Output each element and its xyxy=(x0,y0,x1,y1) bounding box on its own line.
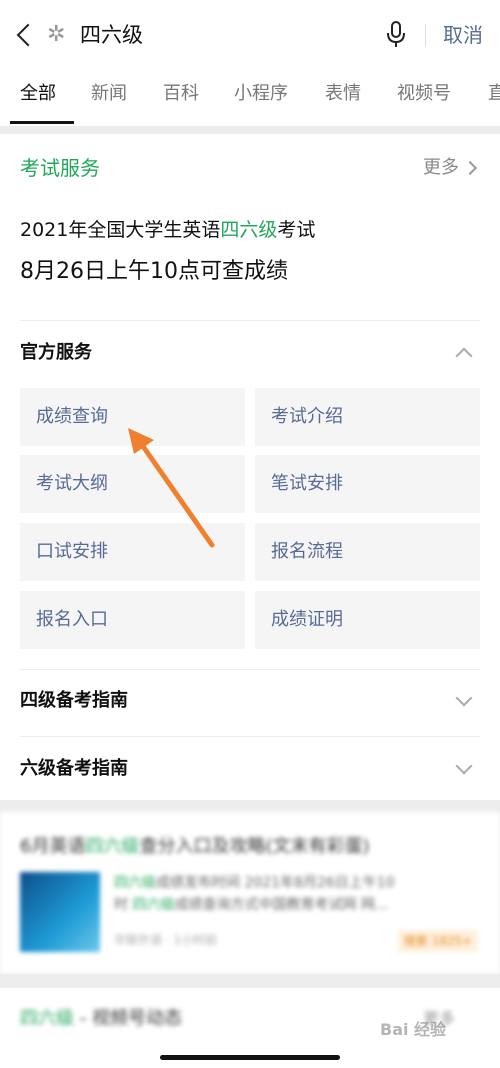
section-gap xyxy=(0,800,500,812)
divider xyxy=(20,736,480,737)
header-divider xyxy=(425,24,426,46)
microphone-icon[interactable] xyxy=(385,20,407,50)
desc-highlight: 四六级 xyxy=(114,875,156,891)
tab-bar: 全部 新闻 百科 小程序 表情 视频号 直 xyxy=(0,70,500,126)
headline-highlight: 四六级 xyxy=(220,219,278,241)
tab-news[interactable]: 新闻 xyxy=(91,81,127,107)
service-registration-entry[interactable]: 报名入口 xyxy=(20,591,245,649)
article-result[interactable]: 6月英语四六级查分入口及攻略(文末有彩蛋) 四六级成绩发布时间 2021年8月2… xyxy=(0,812,500,974)
exam-service-card: 考试服务 更多 2021年全国大学生英语四六级考试 8月26日上午10点可查成绩… xyxy=(0,134,500,800)
article-description: 四六级成绩发布时间 2021年8月26日上午10 时 四六级成绩查询方式中国教育… xyxy=(114,872,480,916)
watermark: Bai 经验 xyxy=(380,1020,447,1039)
article-title[interactable]: 6月英语四六级查分入口及攻略(文末有彩蛋) xyxy=(20,834,370,860)
active-tab-indicator xyxy=(10,121,74,124)
search-bar: ✲ 四六级 取消 xyxy=(0,0,500,70)
chevron-down-icon[interactable] xyxy=(455,757,473,775)
more-link[interactable]: 更多 xyxy=(423,154,459,182)
divider xyxy=(20,669,480,670)
chevron-right-icon[interactable] xyxy=(462,160,478,176)
article-title-prefix: 6月英语 xyxy=(20,836,86,857)
video-title-highlight: 四六级 xyxy=(20,1008,74,1029)
headline-prefix: 2021年全国大学生英语 xyxy=(20,219,221,241)
desc-line2: 成绩查询方式中国教育考试网 网... xyxy=(174,897,389,913)
article-badge: 搜索 1825+ xyxy=(398,930,478,952)
annotation-arrow-icon xyxy=(128,428,215,548)
video-section-title[interactable]: 四六级 - 视频号动态 xyxy=(20,1006,182,1032)
service-exam-intro[interactable]: 考试介绍 xyxy=(255,388,480,446)
desc-highlight: 四六级 xyxy=(132,897,175,913)
article-title-highlight: 四六级 xyxy=(85,836,140,857)
cet6-guide-title[interactable]: 六级备考指南 xyxy=(20,756,128,782)
article-title-suffix: 查分入口及攻略(文末有彩蛋) xyxy=(139,836,370,857)
cet4-guide-title[interactable]: 四级备考指南 xyxy=(20,688,128,714)
article-meta: 华联外语 · 1小时前 xyxy=(114,933,218,947)
section-gap xyxy=(0,974,500,988)
tab-stickers[interactable]: 表情 xyxy=(325,81,361,107)
tab-channels[interactable]: 视频号 xyxy=(397,81,451,107)
tab-mini-program[interactable]: 小程序 xyxy=(234,81,288,107)
chevron-down-icon[interactable] xyxy=(455,689,473,707)
exam-headline[interactable]: 2021年全国大学生英语四六级考试 xyxy=(20,216,315,244)
card-title: 考试服务 xyxy=(20,156,100,180)
service-written-schedule[interactable]: 笔试安排 xyxy=(255,455,480,513)
back-arrow-icon[interactable] xyxy=(12,20,40,50)
article-thumbnail[interactable] xyxy=(20,872,100,952)
service-score-certificate[interactable]: 成绩证明 xyxy=(255,591,480,649)
chevron-up-icon[interactable] xyxy=(455,347,473,365)
score-release-notice: 8月26日上午10点可查成绩 xyxy=(20,259,288,284)
search-query[interactable]: 四六级 xyxy=(80,20,143,50)
desc-line2-prefix: 时 xyxy=(114,897,133,913)
cancel-button[interactable]: 取消 xyxy=(443,20,483,50)
search-logo-icon: ✲ xyxy=(47,22,66,47)
video-title-text: - 视频号动态 xyxy=(74,1008,182,1029)
home-indicator[interactable] xyxy=(160,1055,340,1060)
tab-encyclopedia[interactable]: 百科 xyxy=(163,81,199,107)
tab-live[interactable]: 直 xyxy=(488,81,500,107)
headline-suffix: 考试 xyxy=(277,219,316,241)
service-registration-process[interactable]: 报名流程 xyxy=(255,523,480,581)
desc-line1: 成绩发布时间 2021年8月26日上午10 xyxy=(156,875,395,891)
tab-all[interactable]: 全部 xyxy=(20,81,56,107)
divider xyxy=(20,320,480,321)
official-services-title[interactable]: 官方服务 xyxy=(20,340,92,366)
